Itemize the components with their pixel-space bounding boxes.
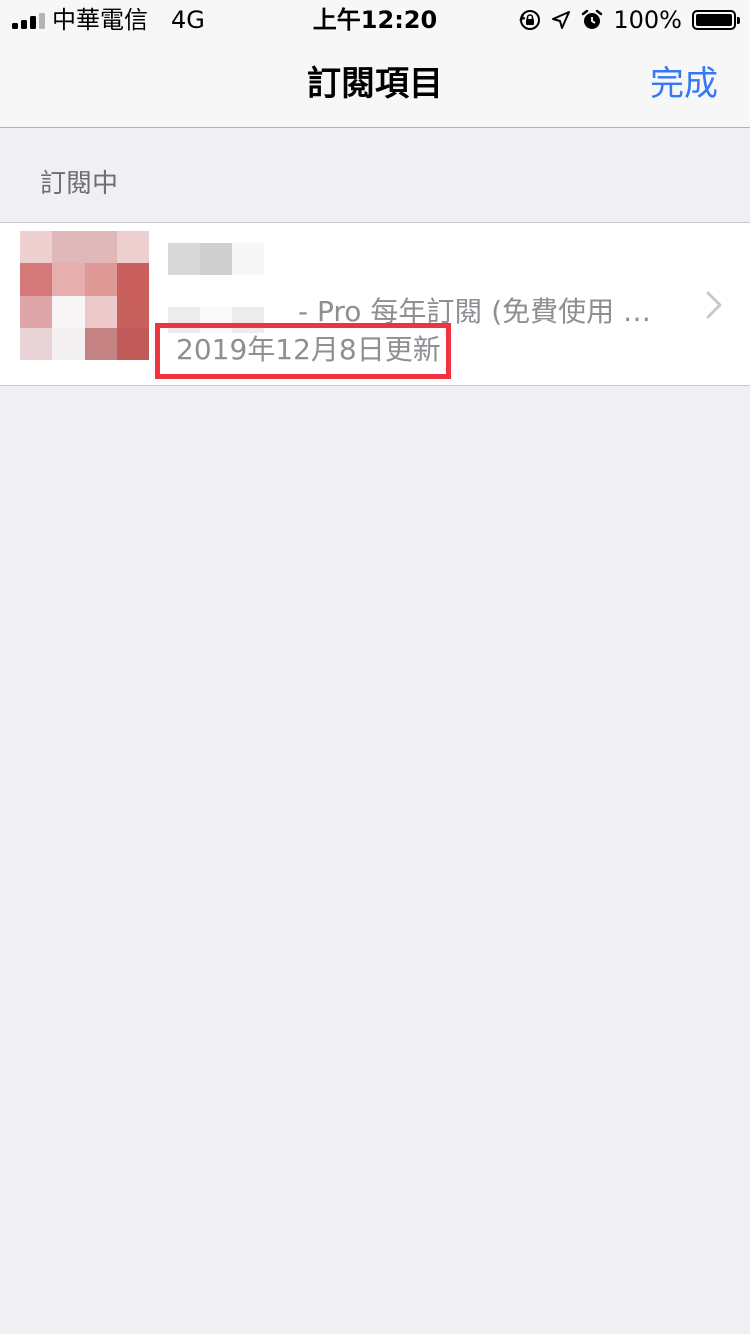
battery-icon [692, 10, 740, 30]
page-title: 訂閱項目 [307, 64, 443, 104]
subscription-row[interactable]: - Pro 每年訂閱 (免費使用 … 2019年12月8日更新 [0, 222, 750, 386]
highlight-box [155, 323, 451, 379]
chevron-right-icon [706, 291, 722, 319]
app-icon-pixelated [20, 231, 149, 360]
location-arrow-icon [552, 11, 571, 29]
status-right-group: 100% [519, 6, 740, 34]
battery-fill [696, 14, 732, 26]
screen: 中華電信 4G 上午12:20 100% 訂閱項目 完成 訂閱中 - Pro 每… [0, 0, 750, 1334]
alarm-clock-icon [582, 9, 603, 29]
rotation-lock-icon [519, 10, 541, 30]
done-button[interactable]: 完成 [650, 40, 718, 128]
status-bar: 中華電信 4G 上午12:20 100% [0, 0, 750, 40]
battery-percent: 100% [613, 6, 682, 34]
app-name-pixelated [168, 243, 264, 275]
navigation-bar: 訂閱項目 完成 [0, 40, 750, 128]
section-header-active: 訂閱中 [40, 169, 119, 199]
